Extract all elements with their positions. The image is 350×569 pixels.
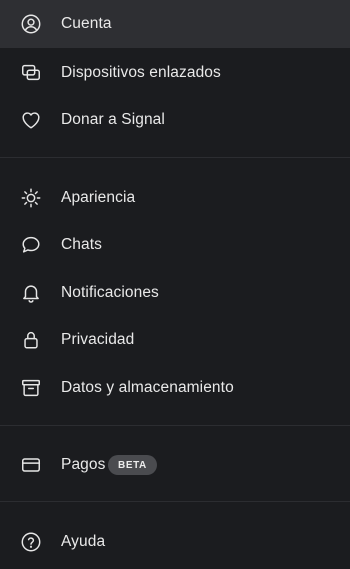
menu-item-notifications[interactable]: Notificaciones <box>0 269 350 317</box>
menu-item-label: Datos y almacenamiento <box>61 379 234 396</box>
sun-icon <box>19 186 43 210</box>
menu-item-label: Apariencia <box>61 189 136 206</box>
menu-item-privacy[interactable]: Privacidad <box>0 316 350 364</box>
menu-item-label: Cuenta <box>61 15 112 32</box>
menu-item-linked-devices[interactable]: Dispositivos enlazados <box>0 49 350 97</box>
menu-item-label: Donar a Signal <box>61 111 165 128</box>
menu-item-label: Dispositivos enlazados <box>61 64 221 81</box>
divider <box>0 425 350 426</box>
bell-icon <box>19 281 43 305</box>
account-icon <box>19 12 43 36</box>
beta-badge: BETA <box>108 455 157 475</box>
linked-devices-icon <box>19 61 43 85</box>
archive-box-icon <box>19 376 43 400</box>
menu-item-help[interactable]: Ayuda <box>0 518 350 566</box>
menu-item-label: Privacidad <box>61 331 135 348</box>
heart-icon <box>19 108 43 132</box>
help-icon <box>19 530 43 554</box>
menu-item-donate[interactable]: Donar a Signal <box>0 96 350 144</box>
menu-item-label: Notificaciones <box>61 284 159 301</box>
menu-item-chats[interactable]: Chats <box>0 221 350 269</box>
menu-item-label: Pagos <box>61 456 106 473</box>
menu-item-cuenta[interactable]: Cuenta <box>0 0 350 48</box>
card-icon <box>19 453 43 477</box>
menu-item-data-storage[interactable]: Datos y almacenamiento <box>0 364 350 412</box>
settings-menu: Cuenta Dispositivos enlazados Donar a Si… <box>0 0 350 569</box>
menu-item-payments[interactable]: Pagos BETA <box>0 441 350 489</box>
menu-item-appearance[interactable]: Apariencia <box>0 174 350 222</box>
chat-bubble-icon <box>19 233 43 257</box>
divider <box>0 501 350 502</box>
divider <box>0 157 350 158</box>
menu-item-label: Ayuda <box>61 533 106 550</box>
lock-icon <box>19 328 43 352</box>
menu-item-label: Chats <box>61 236 102 253</box>
